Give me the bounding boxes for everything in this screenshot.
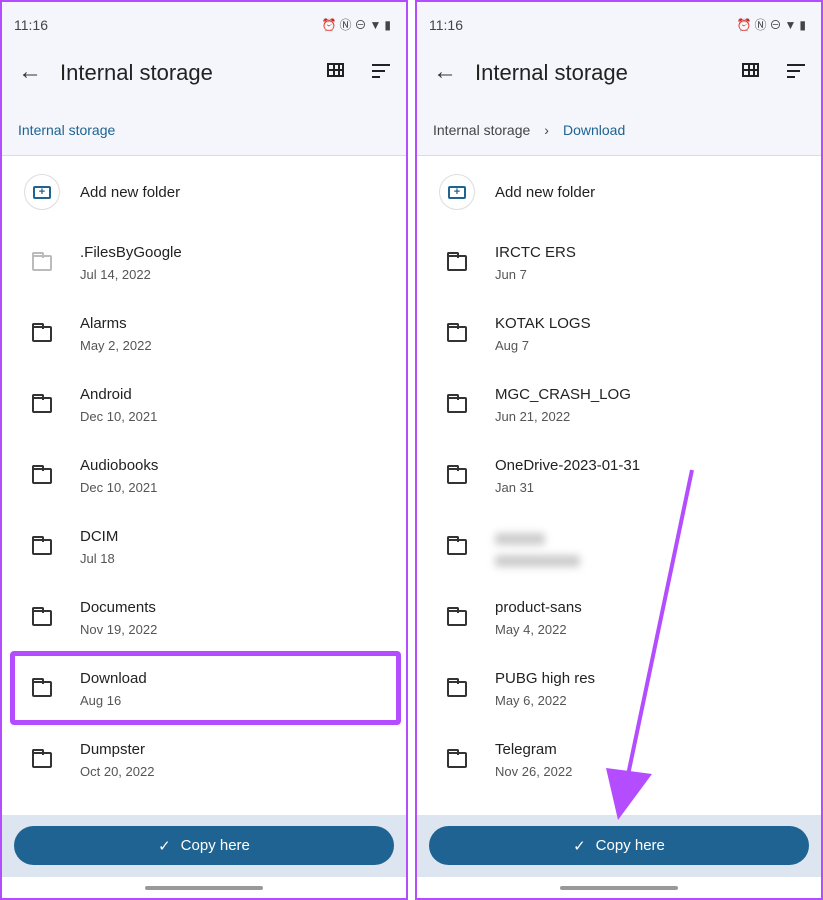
annotation-arrow [606,469,694,820]
